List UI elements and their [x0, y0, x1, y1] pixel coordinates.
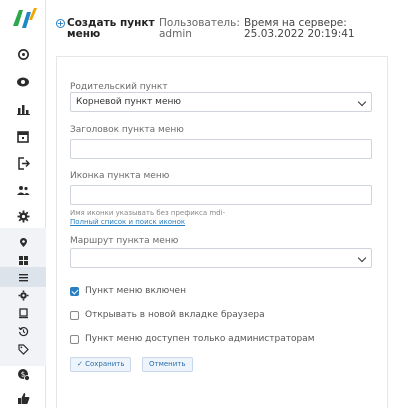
- chevron-down-icon: [357, 97, 367, 107]
- history-icon[interactable]: [0, 321, 46, 341]
- server-time: Время на сервере: 25.03.2022 20:19:41: [244, 18, 355, 46]
- checkbox-unchecked-icon[interactable]: [70, 310, 79, 320]
- icon-input[interactable]: [70, 185, 372, 205]
- users-icon[interactable]: [0, 180, 46, 200]
- logout-icon[interactable]: [0, 153, 46, 173]
- route-label: Маршрут пункта меню: [70, 236, 179, 246]
- gear-icon[interactable]: [0, 206, 46, 226]
- parent-select[interactable]: Корневой пункт меню: [70, 92, 372, 112]
- parent-label: Родительский пункт: [70, 82, 168, 92]
- title-label: Заголовок пункта меню: [70, 125, 184, 135]
- document-icon[interactable]: [0, 303, 46, 323]
- checkbox-checked-icon[interactable]: [70, 286, 79, 296]
- bar-chart-icon[interactable]: [0, 99, 46, 119]
- parent-select-value: Корневой пункт меню: [76, 97, 181, 107]
- icon-label: Иконка пункта меню: [70, 171, 170, 181]
- server-time-value: 25.03.2022 20:19:41: [244, 28, 355, 40]
- checkbox-admin-only-label: Пункт меню доступен только администратор…: [85, 334, 315, 344]
- cancel-button[interactable]: Отменить: [142, 357, 193, 372]
- menu-icon[interactable]: [0, 267, 46, 287]
- eye-icon[interactable]: [0, 72, 46, 92]
- checkbox-new-tab-label: Открывать в новой вкладке браузера: [85, 310, 265, 320]
- checkbox-admin-only[interactable]: Пункт меню доступен только администратор…: [70, 333, 314, 345]
- checkbox-unchecked-icon[interactable]: [70, 334, 79, 344]
- checkbox-enabled[interactable]: Пункт меню включен: [70, 285, 186, 297]
- add-circle-icon: +: [56, 19, 65, 28]
- gear-icon[interactable]: [0, 285, 46, 305]
- user-info: Пользователь: admin: [159, 18, 240, 46]
- user-value: admin: [159, 28, 192, 40]
- checkbox-new-tab[interactable]: Открывать в новой вкладке браузера: [70, 309, 265, 321]
- thumbs-up-icon[interactable]: [0, 388, 46, 408]
- checkbox-enabled-label: Пункт меню включен: [85, 286, 186, 296]
- pin-icon[interactable]: [0, 232, 46, 252]
- icon-list-link[interactable]: Полный список и поиск иконок: [70, 218, 185, 226]
- calendar-icon[interactable]: [0, 126, 46, 146]
- page-title-line2: меню: [67, 28, 101, 40]
- logo-icon[interactable]: [10, 6, 38, 30]
- chevron-down-icon: [357, 253, 367, 263]
- route-select[interactable]: [70, 248, 372, 268]
- tag-icon[interactable]: [0, 339, 46, 359]
- money-icon[interactable]: $: [0, 364, 46, 384]
- icon-hint: Имя иконки указывать без префикса mdi-: [70, 209, 226, 217]
- tag-icon[interactable]: [0, 44, 46, 64]
- page-title: + Создать пункт меню: [56, 18, 155, 46]
- title-input[interactable]: [70, 139, 372, 159]
- save-button[interactable]: ✓ Сохранить: [70, 357, 132, 372]
- sidebar: $: [0, 0, 46, 408]
